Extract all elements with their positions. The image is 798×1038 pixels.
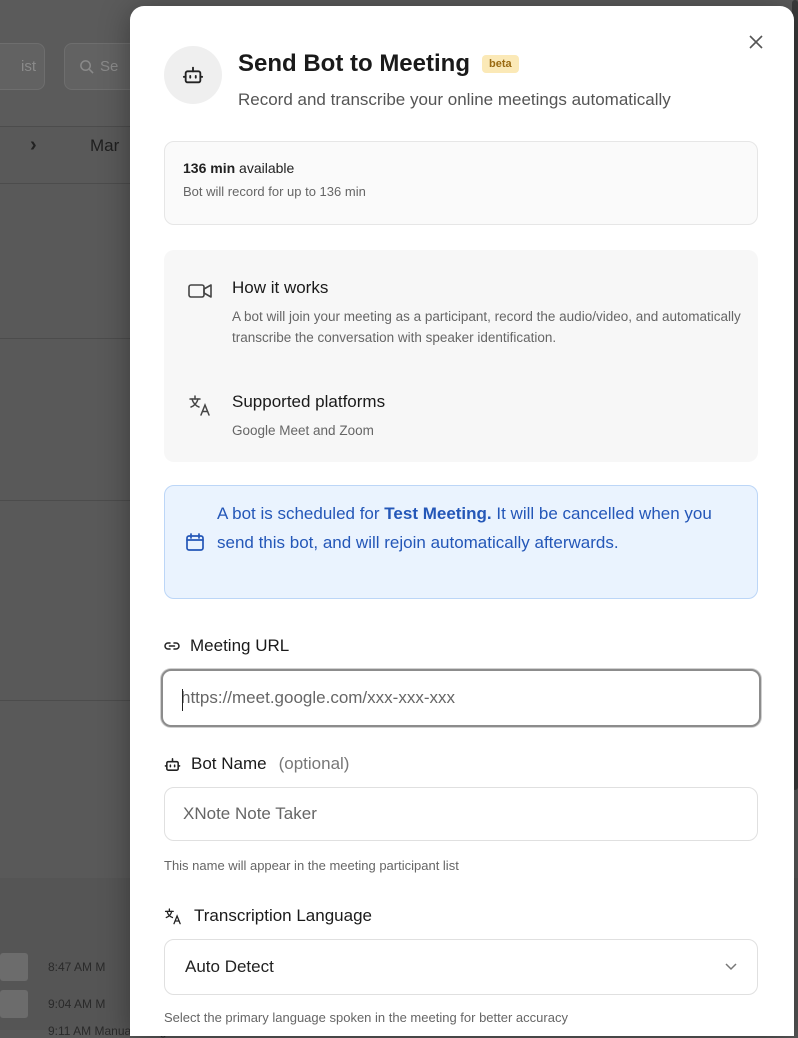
- dialog-title: Send Bot to Meeting beta: [238, 50, 519, 78]
- transcription-language-label-text: Transcription Language: [194, 906, 372, 925]
- alert-text: A bot is scheduled for Test Meeting. It …: [217, 499, 747, 557]
- language-help: Select the primary language spoken in th…: [164, 1010, 568, 1025]
- language-selected-value: Auto Detect: [185, 957, 274, 976]
- background-tab-label[interactable]: Mar: [90, 136, 119, 156]
- alert-meeting-name: Test Meeting.: [384, 504, 492, 523]
- link-icon: [164, 642, 180, 650]
- how-it-works-heading: How it works: [232, 278, 329, 297]
- supported-platforms-heading: Supported platforms: [232, 392, 386, 411]
- chevron-right-icon[interactable]: ›: [30, 134, 37, 157]
- transcription-language-label: Transcription Language: [164, 906, 372, 926]
- bot-name-label-text: Bot Name: [191, 754, 267, 773]
- dialog-subtitle: Record and transcribe your online meetin…: [238, 90, 671, 109]
- bot-icon: [164, 757, 181, 771]
- bot-icon: [182, 66, 204, 84]
- translate-icon: [164, 908, 181, 925]
- close-icon[interactable]: [746, 32, 766, 52]
- optional-hint: (optional): [278, 754, 350, 773]
- bot-name-help: This name will appear in the meeting par…: [164, 858, 459, 873]
- row-time[interactable]: 9:04 AM M: [48, 997, 105, 1011]
- info-card: How it works A bot will join your meetin…: [164, 250, 758, 462]
- row-thumbnail: [0, 953, 28, 981]
- availability-line: 136 min available: [183, 160, 739, 176]
- search-icon: [80, 60, 94, 74]
- bot-name-label: Bot Name (optional): [164, 754, 349, 774]
- supported-platforms-description: Google Meet and Zoom: [232, 423, 374, 438]
- meeting-url-label-text: Meeting URL: [190, 636, 290, 655]
- send-bot-dialog: Send Bot to Meeting beta Record and tran…: [130, 6, 794, 1036]
- row-thumbnail: [0, 990, 28, 1018]
- meeting-url-input[interactable]: [161, 669, 761, 727]
- language-select[interactable]: Auto Detect: [164, 939, 758, 995]
- alert-prefix: A bot is scheduled for: [217, 504, 385, 523]
- meeting-url-label: Meeting URL: [164, 636, 289, 656]
- scheduled-bot-alert: A bot is scheduled for Test Meeting. It …: [164, 485, 758, 599]
- video-camera-icon: [188, 284, 212, 298]
- available-suffix: available: [239, 160, 295, 176]
- row-time[interactable]: 8:47 AM M: [48, 960, 105, 974]
- list-button-label: ist: [21, 58, 36, 75]
- list-button[interactable]: ist: [0, 43, 45, 90]
- chevron-down-icon: [725, 963, 737, 971]
- calendar-icon: [186, 533, 204, 551]
- bot-avatar: [164, 46, 222, 104]
- how-it-works-description: A bot will join your meeting as a partic…: [232, 309, 741, 345]
- bot-name-input[interactable]: [164, 787, 758, 841]
- beta-badge: beta: [481, 55, 519, 73]
- text-cursor: [182, 689, 183, 711]
- available-minutes: 136 min: [183, 160, 236, 176]
- search-placeholder: Se: [100, 58, 119, 75]
- availability-card: 136 min available Bot will record for up…: [164, 141, 758, 225]
- translate-icon: [189, 395, 210, 416]
- dialog-title-text: Send Bot to Meeting: [238, 50, 470, 77]
- availability-detail: Bot will record for up to 136 min: [183, 184, 366, 199]
